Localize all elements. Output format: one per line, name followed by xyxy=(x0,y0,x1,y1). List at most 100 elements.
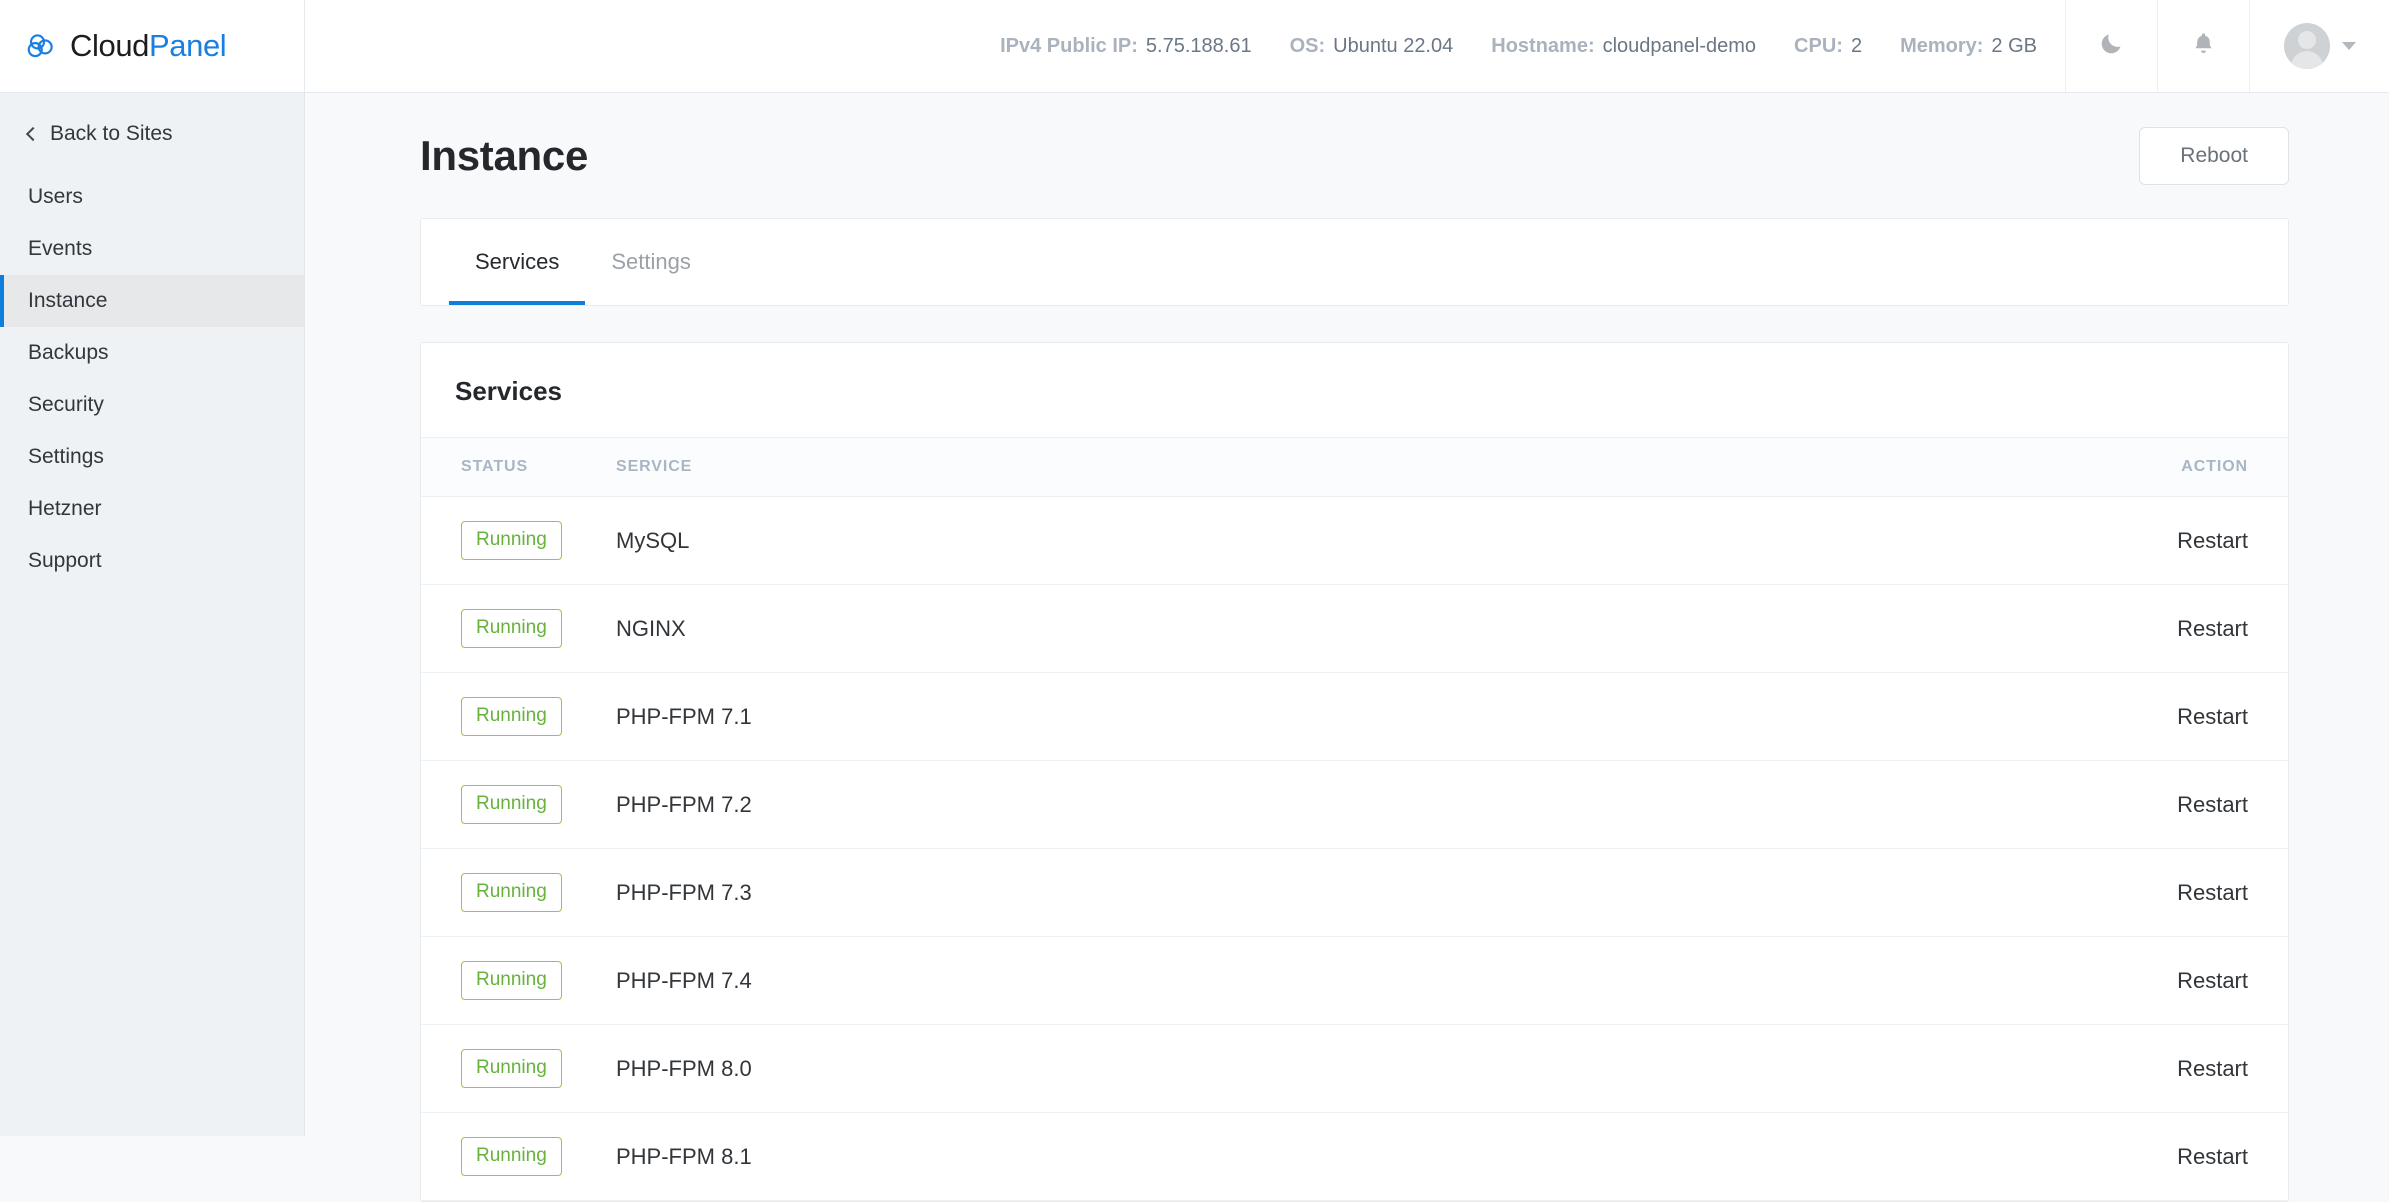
cell-action: Restart xyxy=(2068,584,2288,673)
reboot-button[interactable]: Reboot xyxy=(2139,126,2289,185)
column-header-status: STATUS xyxy=(421,437,616,497)
column-header-service: SERVICE xyxy=(616,437,2068,497)
moon-icon xyxy=(2098,30,2125,62)
cell-action: Restart xyxy=(2068,848,2288,937)
cell-action: Restart xyxy=(2068,936,2288,1025)
table-row: Running PHP-FPM 8.0 Restart xyxy=(421,1024,2288,1113)
tab-label: Settings xyxy=(611,249,691,274)
restart-link[interactable]: Restart xyxy=(2177,1144,2248,1169)
tabs-card: Services Settings xyxy=(420,218,2289,306)
cell-status: Running xyxy=(421,936,616,1025)
brand-name-primary: Cloud xyxy=(70,28,149,63)
cell-service: PHP-FPM 7.2 xyxy=(616,760,2068,849)
cell-status: Running xyxy=(421,848,616,937)
sidebar-item-label: Security xyxy=(28,393,104,416)
sidebar: Back to Sites Users Events Instance Back… xyxy=(0,93,305,1136)
sidebar-item-label: Events xyxy=(28,237,93,260)
status-badge: Running xyxy=(461,873,562,912)
sidebar-item-label: Support xyxy=(28,549,102,572)
notifications-button[interactable] xyxy=(2157,0,2249,92)
server-info-bar: IPv4 Public IP: 5.75.188.61 OS: Ubuntu 2… xyxy=(305,0,2065,92)
top-bar: CloudPanel IPv4 Public IP: 5.75.188.61 O… xyxy=(0,0,2389,93)
tab-settings[interactable]: Settings xyxy=(585,219,717,305)
meta-ipv4: IPv4 Public IP: 5.75.188.61 xyxy=(1000,35,1251,58)
cell-service: PHP-FPM 7.1 xyxy=(616,672,2068,761)
table-row: Running NGINX Restart xyxy=(421,584,2288,673)
meta-cpu-value: 2 xyxy=(1850,34,1863,57)
cell-status: Running xyxy=(421,584,616,673)
status-badge: Running xyxy=(461,1049,562,1088)
cell-action: Restart xyxy=(2068,672,2288,761)
cell-service: PHP-FPM 7.4 xyxy=(616,936,2068,1025)
avatar-icon xyxy=(2283,23,2330,69)
cell-service: NGINX xyxy=(616,584,2068,673)
meta-hostname: Hostname: cloudpanel-demo xyxy=(1491,35,1756,58)
sidebar-item-security[interactable]: Security xyxy=(0,379,304,431)
cell-action: Restart xyxy=(2068,496,2288,585)
meta-os: OS: Ubuntu 22.04 xyxy=(1290,35,1454,58)
table-row: Running PHP-FPM 7.1 Restart xyxy=(421,672,2288,761)
cell-status: Running xyxy=(421,760,616,849)
meta-hostname-label: Hostname: xyxy=(1491,34,1595,57)
table-row: Running PHP-FPM 7.3 Restart xyxy=(421,848,2288,937)
cell-service: PHP-FPM 7.3 xyxy=(616,848,2068,937)
page-title: Instance xyxy=(420,131,588,179)
dark-mode-toggle[interactable] xyxy=(2065,0,2157,92)
sidebar-item-label: Instance xyxy=(28,289,108,312)
restart-link[interactable]: Restart xyxy=(2177,792,2248,817)
cell-status: Running xyxy=(421,1024,616,1113)
cell-status: Running xyxy=(421,1112,616,1201)
meta-cpu-label: CPU: xyxy=(1794,34,1843,57)
bell-icon xyxy=(2190,30,2217,62)
status-badge: Running xyxy=(461,521,562,560)
table-row: Running PHP-FPM 7.2 Restart xyxy=(421,760,2288,849)
restart-link[interactable]: Restart xyxy=(2177,968,2248,993)
meta-cpu: CPU: 2 xyxy=(1794,35,1862,58)
meta-memory-label: Memory: xyxy=(1900,34,1984,57)
sidebar-item-hetzner[interactable]: Hetzner xyxy=(0,483,304,535)
sidebar-item-backups[interactable]: Backups xyxy=(0,327,304,379)
tab-services[interactable]: Services xyxy=(449,219,586,305)
meta-memory-value: 2 GB xyxy=(1991,34,2037,57)
status-badge: Running xyxy=(461,697,562,736)
brand-logo-area[interactable]: CloudPanel xyxy=(0,0,305,92)
sidebar-item-label: Users xyxy=(28,185,83,208)
cloud-icon xyxy=(24,28,60,64)
cell-service: PHP-FPM 8.0 xyxy=(616,1024,2068,1113)
sidebar-nav: Users Events Instance Backups Security S… xyxy=(0,171,304,587)
services-table-body: Running MySQL Restart Running NGINX Rest… xyxy=(421,496,2288,1201)
sidebar-item-events[interactable]: Events xyxy=(0,223,304,275)
cell-service: PHP-FPM 8.1 xyxy=(616,1112,2068,1201)
table-row: Running PHP-FPM 7.4 Restart xyxy=(421,936,2288,1025)
services-table-head: STATUS SERVICE ACTION xyxy=(421,437,2288,497)
cell-status: Running xyxy=(421,496,616,585)
column-header-action: ACTION xyxy=(2068,437,2288,497)
table-row: Running MySQL Restart xyxy=(421,496,2288,585)
status-badge: Running xyxy=(461,961,562,1000)
brand-name-secondary: Panel xyxy=(149,28,227,63)
tab-bar: Services Settings xyxy=(421,219,2288,305)
restart-link[interactable]: Restart xyxy=(2177,880,2248,905)
brand-name: CloudPanel xyxy=(70,28,227,64)
meta-ipv4-value: 5.75.188.61 xyxy=(1145,34,1252,57)
sidebar-item-settings[interactable]: Settings xyxy=(0,431,304,483)
sidebar-item-label: Settings xyxy=(28,445,104,468)
chevron-down-icon xyxy=(2341,42,2356,50)
back-to-sites-link[interactable]: Back to Sites xyxy=(0,107,304,161)
meta-memory: Memory: 2 GB xyxy=(1900,35,2037,58)
user-menu[interactable] xyxy=(2249,0,2389,92)
meta-ipv4-label: IPv4 Public IP: xyxy=(1000,34,1138,57)
sidebar-item-users[interactable]: Users xyxy=(0,171,304,223)
services-table: STATUS SERVICE ACTION Running MySQL Rest… xyxy=(421,437,2288,1201)
sidebar-item-instance[interactable]: Instance xyxy=(0,275,304,327)
status-badge: Running xyxy=(461,609,562,648)
restart-link[interactable]: Restart xyxy=(2177,616,2248,641)
status-badge: Running xyxy=(461,785,562,824)
cell-action: Restart xyxy=(2068,1112,2288,1201)
restart-link[interactable]: Restart xyxy=(2177,528,2248,553)
cell-action: Restart xyxy=(2068,1024,2288,1113)
restart-link[interactable]: Restart xyxy=(2177,1056,2248,1081)
sidebar-item-support[interactable]: Support xyxy=(0,535,304,587)
cell-action: Restart xyxy=(2068,760,2288,849)
restart-link[interactable]: Restart xyxy=(2177,704,2248,729)
